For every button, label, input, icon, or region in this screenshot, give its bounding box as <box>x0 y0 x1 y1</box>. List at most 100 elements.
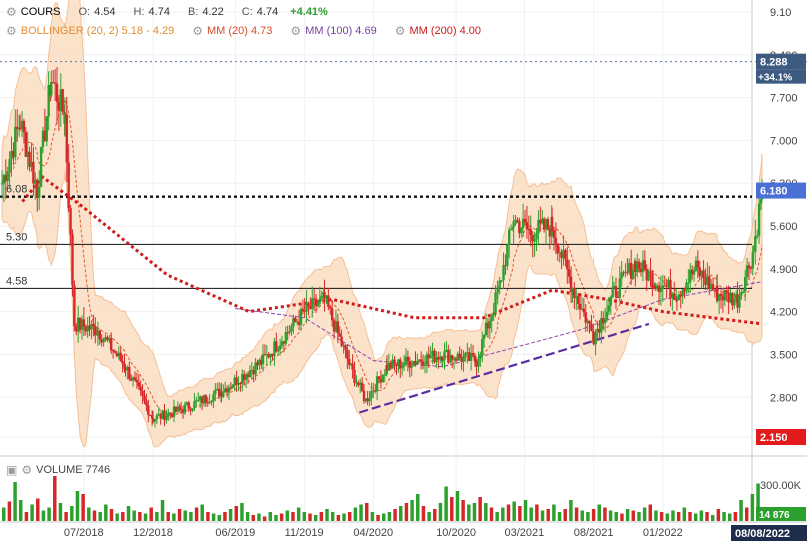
volume-bar <box>750 494 755 521</box>
candle-body <box>477 358 480 367</box>
price-box-label: 8.288 <box>760 57 788 69</box>
volume-bar <box>7 501 12 521</box>
candle-body <box>327 295 330 307</box>
volume-bar <box>291 512 295 521</box>
volume-bar <box>155 512 159 521</box>
volume-bar <box>433 509 437 521</box>
candle-body <box>756 235 759 237</box>
candle-body <box>458 353 461 358</box>
candle-body <box>614 286 618 298</box>
candle-body <box>685 282 688 292</box>
volume-bar <box>387 512 392 521</box>
candle-body <box>210 401 213 403</box>
volume-bar <box>121 512 125 521</box>
volume-bar <box>149 507 153 521</box>
candle-body <box>481 338 484 355</box>
candle-body <box>346 349 349 360</box>
volume-bar <box>444 486 448 521</box>
volume-bar <box>194 507 199 521</box>
candle-body <box>197 399 200 401</box>
x-tick-label: 07/2018 <box>64 527 104 539</box>
volume-bar <box>682 507 687 521</box>
candle-body <box>582 308 586 313</box>
candle-body <box>471 353 475 356</box>
volume-bar <box>353 507 358 521</box>
volume-bar <box>183 510 187 521</box>
candle-body <box>643 260 647 270</box>
volume-bar <box>438 503 443 521</box>
candle-body <box>554 237 558 244</box>
level-label: 4.58 <box>6 275 27 287</box>
candle-body <box>402 364 406 366</box>
volume-bar <box>716 509 721 521</box>
volume-bar <box>251 515 256 521</box>
candle-body <box>155 415 159 420</box>
candle-body <box>261 354 265 365</box>
candle-body <box>567 269 571 277</box>
candle-body <box>556 243 559 254</box>
gear-icon[interactable]: ⚙ <box>6 24 17 38</box>
x-tick-label: 01/2022 <box>643 527 683 539</box>
volume-bar <box>603 507 607 521</box>
gear-icon[interactable]: ⚙ <box>192 24 203 38</box>
price-box-note: +34.1% <box>758 73 792 84</box>
candle-body <box>301 308 305 311</box>
candle-body <box>473 355 477 362</box>
candle-body <box>702 270 705 279</box>
candle-body <box>336 321 340 334</box>
candle-body <box>214 389 217 395</box>
candle-body <box>137 382 140 387</box>
candle-body <box>692 270 696 275</box>
candle-body <box>113 351 117 353</box>
candle-body <box>133 377 137 380</box>
volume-bar <box>688 512 692 521</box>
volume-bar <box>404 503 409 521</box>
candle-body <box>550 216 554 230</box>
volume-bar <box>608 510 613 521</box>
volume-bar <box>296 507 301 521</box>
candle-body <box>340 336 343 346</box>
gear-icon[interactable]: ⚙ <box>395 24 406 38</box>
candle-body <box>443 351 446 361</box>
gear-icon[interactable]: ⚙ <box>6 5 17 19</box>
volume-bar <box>58 503 63 521</box>
volume-bar <box>659 512 664 521</box>
volume-bar <box>552 504 556 521</box>
candle-body <box>143 395 146 401</box>
open-value: 4.54 <box>94 6 116 18</box>
volume-bar <box>98 512 102 521</box>
candle-body <box>248 370 252 377</box>
y-tick-label: 3.500 <box>770 349 798 361</box>
volume-bar <box>506 504 511 521</box>
candle-body <box>45 116 48 142</box>
volume-bar <box>262 516 267 521</box>
bollinger-label: BOLLINGER (20, 2) 5.18 - 4.29 <box>20 25 175 37</box>
candle-body <box>637 261 641 269</box>
volume-bar <box>30 504 34 521</box>
volume-bar <box>501 507 505 521</box>
hide-icon[interactable]: ▣ <box>6 463 17 477</box>
volume-bar <box>467 504 471 521</box>
candle-body <box>277 349 280 352</box>
candle-body <box>673 293 676 300</box>
candle-body <box>0 183 4 185</box>
low-label: B: <box>187 6 199 18</box>
candle-body <box>71 234 74 286</box>
gear-icon[interactable]: ⚙ <box>21 463 32 477</box>
candle-body <box>603 319 607 324</box>
candle-body <box>102 338 105 343</box>
chart-canvas: 9.108.4007.7007.0006.3005.6004.9004.2003… <box>0 0 807 541</box>
volume-bar <box>393 509 397 521</box>
volume-bar <box>87 507 91 521</box>
volume-tick-label: 300.00K <box>760 480 802 492</box>
candle-body <box>121 361 124 364</box>
x-tick-label: 12/2018 <box>133 527 173 539</box>
candle-body <box>576 296 580 304</box>
gear-icon[interactable]: ⚙ <box>290 24 301 38</box>
candle-body <box>609 296 613 306</box>
candle-body <box>98 330 102 340</box>
candle-body <box>6 171 9 182</box>
candle-body <box>82 319 86 327</box>
candle-body <box>659 289 663 293</box>
candle-body <box>752 251 755 253</box>
